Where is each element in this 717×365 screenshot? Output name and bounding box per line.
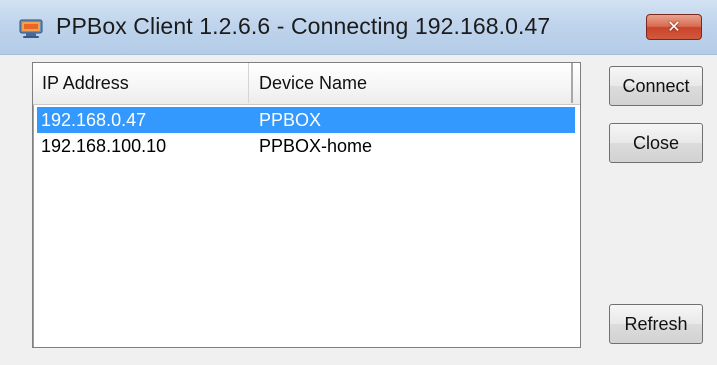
refresh-button[interactable]: Refresh xyxy=(609,304,703,344)
column-header-device-name[interactable]: Device Name xyxy=(249,63,573,103)
column-header-label: Device Name xyxy=(259,72,368,93)
connect-button[interactable]: Connect xyxy=(609,66,703,106)
window-title: PPBox Client 1.2.6.6 - Connecting 192.16… xyxy=(56,13,551,39)
close-button[interactable]: Close xyxy=(609,123,703,163)
close-x-icon: ✕ xyxy=(667,17,681,36)
device-list[interactable]: IP Address Device Name 192.168.0.47 PPBO… xyxy=(32,62,581,348)
row-device-name: PPBOX xyxy=(259,110,322,130)
column-header-ip-address[interactable]: IP Address xyxy=(33,63,249,103)
list-row[interactable]: 192.168.100.10 PPBOX-home xyxy=(37,133,575,159)
row-device-name: PPBOX-home xyxy=(259,136,373,156)
list-row-selected[interactable]: 192.168.0.47 PPBOX xyxy=(37,107,575,133)
row-ip-address: 192.168.100.10 xyxy=(41,136,167,156)
ppbox-app-icon xyxy=(18,16,44,40)
title-bar[interactable]: PPBox Client 1.2.6.6 - Connecting 192.16… xyxy=(0,0,717,55)
row-ip-address: 192.168.0.47 xyxy=(41,110,147,130)
column-header-label: IP Address xyxy=(42,72,129,93)
list-header: IP Address Device Name xyxy=(33,63,580,105)
ppbox-client-window: PPBox Client 1.2.6.6 - Connecting 192.16… xyxy=(0,0,717,365)
window-close-button[interactable]: ✕ xyxy=(646,14,702,40)
